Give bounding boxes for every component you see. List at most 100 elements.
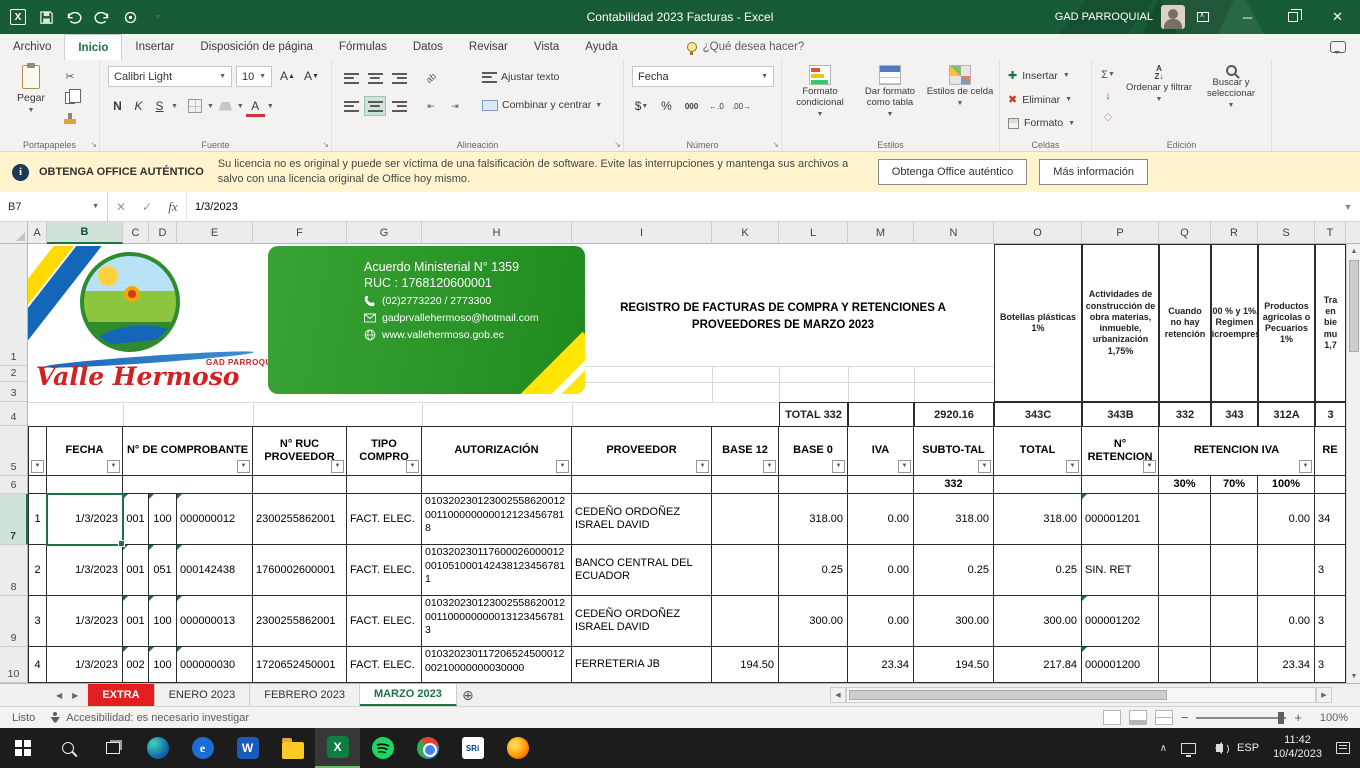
zoom-out-icon[interactable]: − bbox=[1181, 710, 1189, 725]
cell[interactable]: 0.00 bbox=[1258, 596, 1315, 647]
cut-icon[interactable]: ✂ bbox=[60, 67, 80, 86]
scroll-down-icon[interactable]: ▼ bbox=[1347, 669, 1360, 683]
cell[interactable]: 23.34 bbox=[848, 647, 914, 683]
column-header-q[interactable]: Q bbox=[1159, 222, 1211, 244]
cell[interactable]: SIN. RET bbox=[1082, 545, 1159, 596]
cell[interactable] bbox=[253, 476, 347, 494]
table-header-iva[interactable]: IVA bbox=[848, 426, 914, 476]
row-header-2[interactable]: 2 bbox=[0, 366, 28, 382]
tab-revisar[interactable]: Revisar bbox=[456, 34, 521, 60]
edge-button[interactable] bbox=[135, 728, 180, 768]
table-header-nretencion[interactable]: N° RETENCION bbox=[1082, 426, 1159, 476]
cell[interactable] bbox=[1315, 476, 1346, 494]
sri-button[interactable]: SRi bbox=[450, 728, 495, 768]
column-header-o[interactable]: O bbox=[994, 222, 1082, 244]
font-size-select[interactable]: 10▼ bbox=[236, 66, 272, 87]
format-cells-button[interactable]: Formato ▼ bbox=[1008, 117, 1075, 129]
cell[interactable]: FACT. ELEC. bbox=[347, 494, 422, 545]
insert-function-icon[interactable]: fx bbox=[160, 192, 186, 221]
tax-header-cell[interactable]: Botellas plásticas 1% bbox=[994, 244, 1082, 402]
cell[interactable]: 0.00 bbox=[848, 494, 914, 545]
align-bottom-icon[interactable] bbox=[388, 68, 410, 88]
scroll-left-icon[interactable]: ◀ bbox=[830, 687, 846, 703]
cell[interactable] bbox=[422, 476, 572, 494]
restore-button[interactable] bbox=[1270, 0, 1315, 34]
cell-sub-332[interactable]: 332 bbox=[914, 476, 994, 494]
tax-header-cell[interactable]: 100 % y 1%.- Regimen microempresa bbox=[1211, 244, 1258, 402]
table-header-ruc[interactable]: N° RUC PROVEEDOR bbox=[253, 426, 347, 476]
cell[interactable] bbox=[712, 596, 779, 647]
column-header-r[interactable]: R bbox=[1211, 222, 1258, 244]
filter-icon[interactable] bbox=[696, 460, 709, 473]
table-header-subtotal[interactable]: SUBTO-TAL bbox=[914, 426, 994, 476]
cell-total-label[interactable]: TOTAL 332 bbox=[779, 402, 848, 426]
decrease-decimal-icon[interactable]: .00→ bbox=[732, 96, 751, 116]
cell[interactable]: 3 bbox=[1315, 545, 1346, 596]
tab-disposicion[interactable]: Disposición de página bbox=[187, 34, 326, 60]
insert-cells-button[interactable]: ✚ Insertar ▼ bbox=[1008, 69, 1070, 82]
increase-decimal-icon[interactable]: ←.0 bbox=[707, 96, 726, 116]
tab-inicio[interactable]: Inicio bbox=[64, 34, 122, 60]
select-all-corner[interactable] bbox=[0, 222, 28, 244]
dialog-launcher-icon[interactable]: ↘ bbox=[614, 140, 621, 149]
column-header-m[interactable]: M bbox=[848, 222, 914, 244]
cell[interactable]: 0.00 bbox=[1258, 494, 1315, 545]
zoom-thumb[interactable] bbox=[1278, 712, 1284, 724]
cell[interactable]: 2300255862001 bbox=[253, 494, 347, 545]
column-header-i[interactable]: I bbox=[572, 222, 712, 244]
cell[interactable]: 194.50 bbox=[712, 647, 779, 683]
italic-button[interactable]: K bbox=[129, 96, 148, 116]
cell[interactable] bbox=[572, 476, 712, 494]
cell[interactable]: 4 bbox=[28, 647, 47, 683]
cell-code[interactable]: 3 bbox=[1315, 402, 1346, 426]
cell[interactable]: 318.00 bbox=[994, 494, 1082, 545]
table-header-fecha[interactable]: FECHA bbox=[47, 426, 123, 476]
paste-button[interactable]: Pegar ▼ bbox=[8, 65, 54, 114]
cell[interactable] bbox=[779, 476, 848, 494]
filter-icon[interactable] bbox=[1143, 460, 1156, 473]
column-header-k[interactable]: K bbox=[712, 222, 779, 244]
comma-style-icon[interactable]: 000 bbox=[682, 96, 701, 116]
cell[interactable]: 000001202 bbox=[1082, 596, 1159, 647]
filter-icon[interactable] bbox=[978, 460, 991, 473]
excel-app-icon[interactable]: X bbox=[6, 4, 30, 30]
row-header-6[interactable]: 6 bbox=[0, 476, 28, 494]
tell-me-search[interactable]: ¿Qué desea hacer? bbox=[687, 34, 805, 60]
cell[interactable]: 0.25 bbox=[779, 545, 848, 596]
sheet-nav-right-icon[interactable]: ▶ bbox=[72, 691, 78, 700]
chevron-down-icon[interactable]: ▼ bbox=[237, 103, 244, 110]
zoom-slider[interactable] bbox=[1196, 717, 1286, 719]
cell[interactable]: 34 bbox=[1315, 494, 1346, 545]
column-header-f[interactable]: F bbox=[253, 222, 347, 244]
cell[interactable]: FACT. ELEC. bbox=[347, 545, 422, 596]
dialog-launcher-icon[interactable]: ↘ bbox=[772, 140, 779, 149]
cell[interactable]: 000000012 bbox=[177, 494, 253, 545]
cell[interactable]: CEDEÑO ORDOÑEZ ISRAEL DAVID bbox=[572, 596, 712, 647]
cell-sub-30[interactable]: 30% bbox=[1159, 476, 1211, 494]
cell[interactable]: 001 bbox=[123, 596, 149, 647]
new-sheet-button[interactable]: ⊕ bbox=[457, 684, 479, 706]
cell[interactable]: 318.00 bbox=[914, 494, 994, 545]
cell[interactable] bbox=[712, 494, 779, 545]
cell-code[interactable]: 332 bbox=[1159, 402, 1211, 426]
bold-button[interactable]: N bbox=[108, 96, 127, 116]
cell[interactable] bbox=[1211, 494, 1258, 545]
cell-styles-button[interactable]: Estilos de celda ▼ bbox=[926, 65, 994, 137]
cell-code[interactable]: 312A bbox=[1258, 402, 1315, 426]
align-center-icon[interactable] bbox=[364, 96, 386, 116]
cell-code[interactable]: 343B bbox=[1082, 402, 1159, 426]
cell[interactable]: 100 bbox=[149, 596, 177, 647]
table-header-comprobante[interactable]: N° DE COMPROBANTE bbox=[123, 426, 253, 476]
filter-icon[interactable] bbox=[31, 460, 44, 473]
delete-cells-button[interactable]: ✖ Eliminar ▼ bbox=[1008, 93, 1072, 106]
cell[interactable]: 0103202301230025586200120011000000000131… bbox=[422, 596, 572, 647]
word-button[interactable]: W bbox=[225, 728, 270, 768]
name-box[interactable]: B7 ▼ bbox=[0, 192, 108, 221]
chevron-down-icon[interactable]: ▼ bbox=[171, 103, 178, 110]
enter-icon[interactable]: ✓ bbox=[134, 192, 160, 221]
table-header-cell[interactable] bbox=[28, 426, 47, 476]
taskbar-search-button[interactable] bbox=[45, 728, 90, 768]
display-tray-icon[interactable] bbox=[1181, 743, 1196, 754]
cell[interactable]: 3 bbox=[1315, 647, 1346, 683]
cell[interactable] bbox=[994, 476, 1082, 494]
